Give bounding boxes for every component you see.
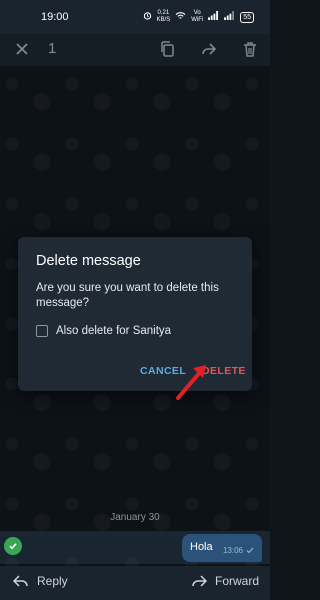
message-time: 13:06: [222, 546, 243, 555]
speed-unit: KB/S: [156, 17, 171, 23]
reply-button[interactable]: Reply: [13, 574, 68, 588]
message-text: Hola: [190, 541, 213, 553]
also-delete-option[interactable]: Also delete for Sanitya: [36, 325, 171, 337]
also-delete-checkbox[interactable]: [36, 325, 48, 337]
reply-label: Reply: [37, 574, 68, 588]
delete-icon[interactable]: [241, 40, 259, 63]
bottom-action-bar: Reply Forward: [0, 566, 270, 600]
dialog-title: Delete message: [36, 253, 141, 269]
selected-count: 1: [48, 40, 57, 57]
also-delete-label: Also delete for Sanitya: [56, 325, 172, 337]
copy-icon[interactable]: [159, 40, 177, 63]
message-bubble[interactable]: Hola 13:06: [182, 534, 262, 562]
reply-icon: [13, 575, 28, 587]
wifi-icon: [175, 11, 186, 23]
selected-check-icon[interactable]: [4, 537, 22, 555]
message-meta: 13:06: [223, 546, 254, 555]
vowifi-label: Vo WiFi: [191, 10, 204, 23]
status-bar: 19:00 0.21 KB/S Vo WiFi 55: [0, 0, 270, 34]
alarm-icon: [143, 11, 152, 23]
status-icons: 0.21 KB/S Vo WiFi 55: [143, 10, 254, 24]
speed-value: 0.21: [157, 10, 170, 16]
status-time: 19:00: [41, 11, 69, 23]
dialog-message: Are you sure you want to delete this mes…: [36, 282, 219, 309]
sent-check-icon: [246, 547, 254, 554]
forward-label: Forward: [215, 574, 260, 588]
signal-icon: [208, 11, 219, 23]
signal-icon-2: [224, 11, 235, 23]
selection-toolbar: 1: [0, 34, 270, 66]
battery-icon: 55: [240, 11, 254, 23]
forward-button[interactable]: Forward: [191, 574, 259, 588]
annotation-arrow-icon: [176, 365, 206, 400]
date-separator: January 30: [110, 512, 160, 523]
network-speed: 0.21 KB/S: [157, 10, 171, 24]
close-icon[interactable]: [13, 40, 31, 63]
forward-action-icon: [192, 575, 207, 587]
forward-icon[interactable]: [200, 40, 218, 63]
delete-message-dialog: Delete message Are you sure you want to …: [18, 237, 252, 391]
